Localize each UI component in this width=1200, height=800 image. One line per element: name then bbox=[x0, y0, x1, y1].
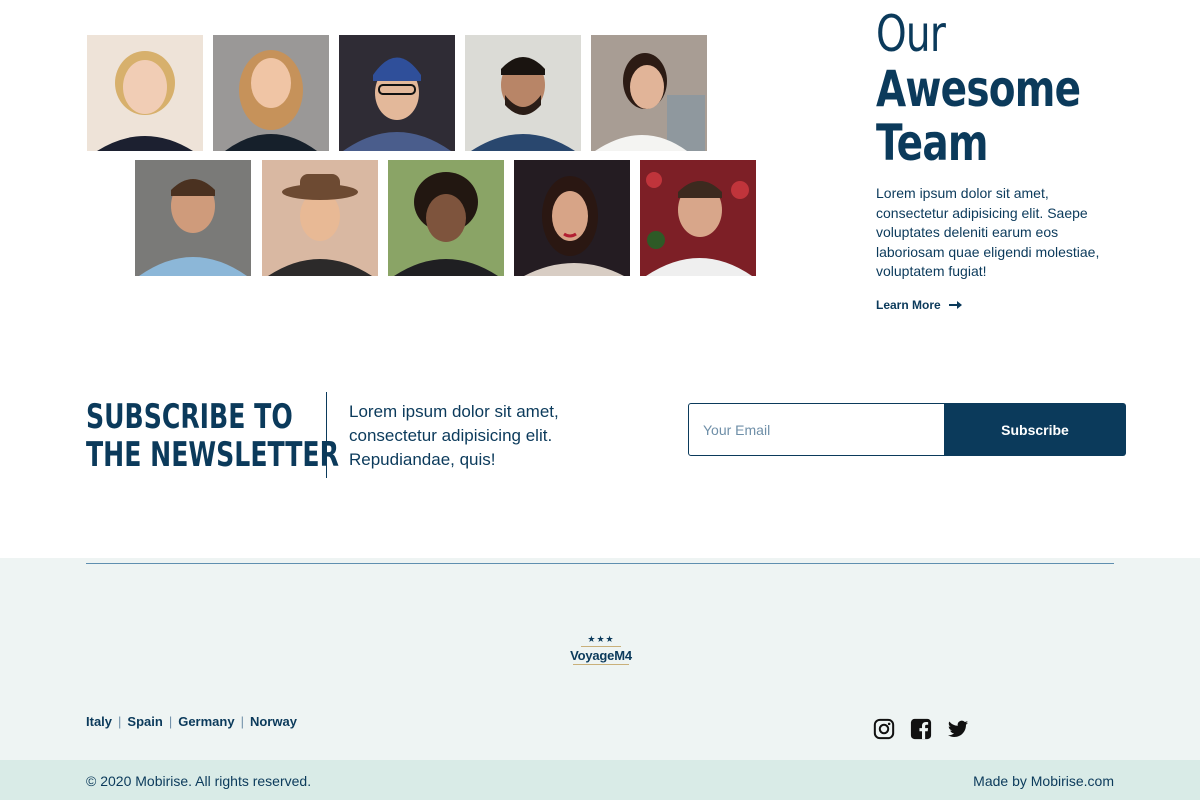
team-photo-8 bbox=[388, 160, 504, 276]
link-separator: | bbox=[240, 714, 244, 729]
country-link-germany[interactable]: Germany bbox=[178, 714, 234, 729]
team-photo-6 bbox=[135, 160, 251, 276]
social-links bbox=[873, 718, 969, 740]
logo-stars: ★★★ bbox=[587, 634, 615, 644]
country-link-italy[interactable]: Italy bbox=[86, 714, 112, 729]
copyright-text: © 2020 Mobirise. All rights reserved. bbox=[86, 773, 312, 789]
logo[interactable]: ★★★ VoyageM4 bbox=[566, 634, 636, 665]
team-title-line-1: Our bbox=[876, 5, 946, 63]
bottom-bar: © 2020 Mobirise. All rights reserved. Ma… bbox=[0, 760, 1200, 800]
team-photo-4 bbox=[465, 35, 581, 151]
team-photo-5 bbox=[591, 35, 707, 151]
learn-more-link[interactable]: Learn More bbox=[876, 298, 962, 312]
made-by-link[interactable]: Made by Mobirise.com bbox=[973, 773, 1114, 789]
team-photo-9 bbox=[514, 160, 630, 276]
team-photo-10 bbox=[640, 160, 756, 276]
learn-more-label: Learn More bbox=[876, 298, 941, 312]
team-photo-1 bbox=[87, 35, 203, 151]
link-separator: | bbox=[118, 714, 122, 729]
country-links: Italy | Spain | Germany | Norway bbox=[86, 714, 297, 729]
footer: ★★★ VoyageM4 Italy | Spain | Germany | N… bbox=[0, 558, 1200, 760]
link-separator: | bbox=[168, 714, 173, 729]
newsletter-description: Lorem ipsum dolor sit amet, consectetur … bbox=[349, 402, 559, 469]
subscribe-button[interactable]: Subscribe bbox=[944, 403, 1126, 456]
newsletter-divider bbox=[326, 392, 327, 478]
logo-rule-bottom bbox=[573, 664, 629, 665]
logo-name: VoyageM4 bbox=[570, 648, 632, 663]
newsletter-title: SUBSCRIBE TO THE NEWSLETTER bbox=[86, 397, 339, 475]
team-title-line-2: Awesome bbox=[876, 60, 1081, 118]
logo-rule-top bbox=[581, 646, 621, 647]
team-title-line-3: Team bbox=[876, 114, 988, 172]
country-link-norway[interactable]: Norway bbox=[250, 714, 297, 729]
email-field[interactable] bbox=[688, 403, 945, 456]
team-photo-3 bbox=[339, 35, 455, 151]
team-photo-7 bbox=[262, 160, 378, 276]
instagram-icon[interactable] bbox=[873, 718, 895, 740]
twitter-icon[interactable] bbox=[947, 718, 969, 740]
country-link-spain[interactable]: Spain bbox=[127, 714, 162, 729]
footer-divider bbox=[86, 563, 1114, 564]
arrow-right-icon bbox=[948, 301, 962, 309]
facebook-icon[interactable] bbox=[910, 718, 932, 740]
team-photo-2 bbox=[213, 35, 329, 151]
team-description: Lorem ipsum dolor sit amet, consectetur … bbox=[876, 185, 1100, 280]
team-title: Our Awesome Team bbox=[876, 6, 1138, 170]
